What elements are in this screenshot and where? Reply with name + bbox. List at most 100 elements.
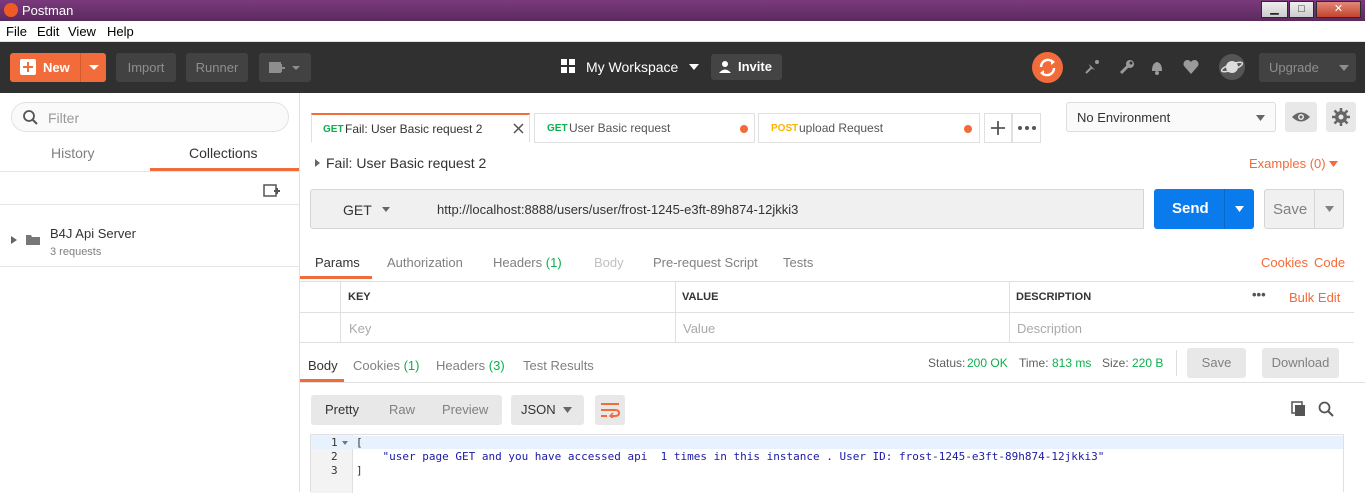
new-collection-icon[interactable] [263,183,281,199]
more-icon[interactable]: ••• [1252,287,1266,302]
value-input[interactable]: Value [683,321,715,336]
language-select[interactable]: JSON [511,395,584,425]
import-button[interactable]: Import [116,53,176,82]
wrap-line-button[interactable] [595,395,625,425]
environment-quick-look-button[interactable] [1285,102,1317,132]
format-group: Pretty Raw Preview [311,395,502,425]
column-header-value: VALUE [682,291,719,303]
satellite-icon[interactable] [1083,58,1101,76]
gear-icon [1332,108,1350,126]
tab-history[interactable]: History [51,145,95,161]
maximize-button[interactable]: □ [1289,1,1314,18]
tab-headers-label: Headers [436,358,486,373]
upgrade-button[interactable]: Upgrade [1259,53,1356,82]
tab-collections[interactable]: Collections [189,145,257,161]
tab-test-results[interactable]: Test Results [523,358,594,373]
tab-cookies-label: Cookies [353,358,400,373]
description-input[interactable]: Description [1017,321,1082,336]
line-number: 2 [331,450,338,463]
send-dropdown-button[interactable] [1224,189,1254,229]
new-window-icon [269,62,300,73]
invite-label: Invite [738,59,772,74]
tab-tests[interactable]: Tests [783,255,813,270]
title-bar: Postman ▁ □ ✕ [0,0,1365,21]
tab-authorization[interactable]: Authorization [387,255,463,270]
runner-button[interactable]: Runner [186,53,248,82]
tab-response-headers[interactable]: Headers (3) [436,358,505,373]
fold-icon[interactable] [342,441,348,445]
tab-body[interactable]: Body [594,255,624,270]
request-tab[interactable]: GET User Basic request [534,113,755,143]
menu-edit[interactable]: Edit [37,24,59,39]
new-button[interactable]: New [10,53,106,82]
menu-file[interactable]: File [6,24,27,39]
chevron-down-icon [382,207,390,212]
save-dropdown-button[interactable] [1314,190,1344,228]
tab-params[interactable]: Params [315,255,360,270]
cookies-link[interactable]: Cookies [1261,255,1308,270]
method-select[interactable]: GET [310,189,427,229]
bell-icon[interactable] [1148,58,1166,76]
chevron-down-icon [1325,206,1334,212]
params-table: KEY VALUE DESCRIPTION ••• Bulk Edit Key … [300,281,1354,343]
close-button[interactable]: ✕ [1316,1,1361,18]
tab-title: Fail: User Basic request 2 [345,122,483,136]
wrench-icon[interactable] [1118,58,1136,76]
new-window-button[interactable] [259,53,311,82]
filter-input[interactable]: Filter [11,102,289,132]
minimize-button[interactable]: ▁ [1261,1,1288,18]
planet-icon [1220,61,1244,73]
format-raw[interactable]: Raw [389,402,415,417]
search-icon[interactable] [1318,401,1334,417]
tab-headers-count: (1) [545,255,562,270]
line-number: 3 [331,464,338,477]
invite-button[interactable]: Invite [711,54,782,80]
format-preview[interactable]: Preview [442,402,488,417]
manage-environments-button[interactable] [1326,102,1356,132]
save-button[interactable]: Save [1264,189,1344,229]
sync-icon[interactable] [1032,52,1063,83]
menu-help[interactable]: Help [107,24,134,39]
avatar[interactable] [1219,54,1245,80]
collection-item[interactable]: B4J Api Server 3 requests [0,217,300,267]
plus-icon [20,59,36,75]
tab-method: GET [547,123,568,134]
tab-headers[interactable]: Headers (1) [493,255,562,270]
postman-logo-icon [4,3,18,17]
key-input[interactable]: Key [349,321,371,336]
response-body-viewer[interactable]: 1 2 3 [ "user page GET and you have acce… [310,434,1344,493]
heart-icon[interactable] [1182,58,1200,76]
tab-options-button[interactable] [1012,113,1041,143]
send-button[interactable]: Send [1154,189,1254,229]
close-tab-icon[interactable] [513,123,524,134]
download-button[interactable]: Download [1262,348,1339,378]
tab-response-cookies[interactable]: Cookies (1) [353,358,419,373]
menu-view[interactable]: View [68,24,96,39]
request-tab-active[interactable]: GET Fail: User Basic request 2 [311,113,530,143]
window-title: Postman [22,3,74,18]
add-tab-button[interactable] [984,113,1012,143]
environment-select[interactable]: No Environment [1066,102,1276,132]
workspace-selector[interactable]: My Workspace [586,59,678,75]
upgrade-label: Upgrade [1269,60,1319,75]
more-icon [1018,126,1036,130]
caret-right-icon[interactable] [315,159,320,167]
bulk-edit-link[interactable]: Bulk Edit [1289,290,1340,305]
send-label: Send [1172,200,1209,217]
caret-right-icon[interactable] [11,236,17,244]
status-value: 200 OK [967,356,1008,370]
request-tab[interactable]: POST upload Request [758,113,980,143]
new-dropdown-button[interactable] [80,53,106,82]
folder-icon [26,235,40,245]
copy-icon[interactable] [1291,401,1307,417]
examples-link[interactable]: Examples (0) [1249,156,1326,171]
url-input[interactable]: http://localhost:8888/users/user/frost-1… [426,189,1144,229]
tab-prerequest-script[interactable]: Pre-request Script [653,255,758,270]
tab-response-body[interactable]: Body [308,358,338,373]
eye-icon [1292,112,1310,122]
code-link[interactable]: Code [1314,255,1345,270]
unsaved-dot [740,125,748,133]
active-tab-indicator [300,276,372,279]
format-pretty[interactable]: Pretty [325,402,359,417]
save-response-button[interactable]: Save [1187,348,1246,378]
